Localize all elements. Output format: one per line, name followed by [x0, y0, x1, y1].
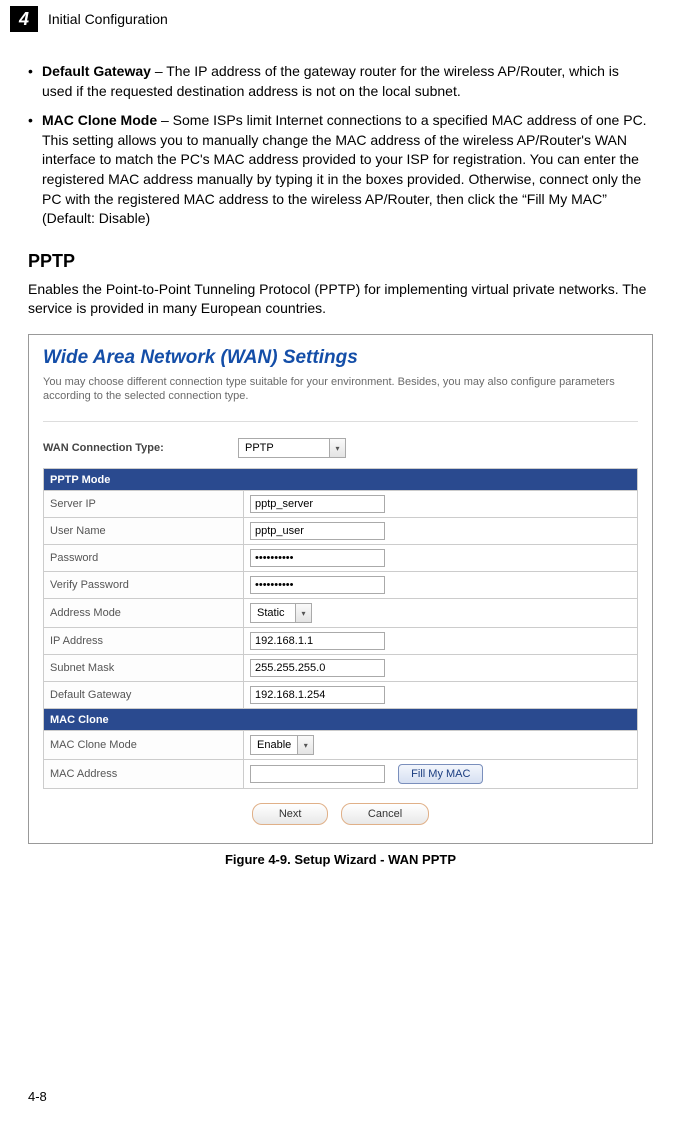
cell-password: [244, 545, 638, 572]
row-mac-address: MAC Address Fill My MAC: [44, 760, 638, 789]
row-verify-password: Verify Password: [44, 572, 638, 599]
mac-address-input[interactable]: [250, 765, 385, 783]
label-verify-password: Verify Password: [44, 572, 244, 599]
bullet-term: Default Gateway: [42, 63, 151, 79]
address-mode-value: Static: [251, 607, 295, 619]
cell-subnet-mask: [244, 655, 638, 682]
mac-clone-mode-value: Enable: [251, 739, 297, 751]
label-address-mode: Address Mode: [44, 599, 244, 628]
row-address-mode: Address Mode Static ▾: [44, 599, 638, 628]
server-ip-input[interactable]: [250, 495, 385, 513]
row-ip-address: IP Address: [44, 628, 638, 655]
bullet-marker: •: [28, 111, 42, 229]
wan-connection-type-select[interactable]: PPTP ▾: [238, 438, 346, 458]
chapter-title: Initial Configuration: [48, 11, 168, 27]
label-mac-address: MAC Address: [44, 760, 244, 789]
chevron-down-icon[interactable]: ▾: [297, 736, 313, 754]
user-name-input[interactable]: [250, 522, 385, 540]
row-subnet-mask: Subnet Mask: [44, 655, 638, 682]
settings-table: PPTP Mode Server IP User Name Password: [43, 468, 638, 789]
bullet-default-gateway: • Default Gateway – The IP address of th…: [28, 62, 653, 101]
cell-mac-address: Fill My MAC: [244, 760, 638, 789]
label-ip-address: IP Address: [44, 628, 244, 655]
cell-server-ip: [244, 491, 638, 518]
cancel-button[interactable]: Cancel: [341, 803, 429, 825]
wan-connection-type-value: PPTP: [239, 442, 329, 454]
wan-settings-title: Wide Area Network (WAN) Settings: [43, 347, 638, 369]
section-paragraph: Enables the Point-to-Point Tunneling Pro…: [28, 280, 653, 318]
section-heading-pptp: PPTP: [28, 251, 653, 272]
ip-address-input[interactable]: [250, 632, 385, 650]
mac-clone-mode-select[interactable]: Enable ▾: [250, 735, 314, 755]
label-default-gateway: Default Gateway: [44, 682, 244, 709]
cell-ip-address: [244, 628, 638, 655]
label-server-ip: Server IP: [44, 491, 244, 518]
chevron-down-icon[interactable]: ▾: [329, 439, 345, 457]
cell-address-mode: Static ▾: [244, 599, 638, 628]
cell-default-gateway: [244, 682, 638, 709]
chapter-badge: 4: [10, 6, 38, 32]
cell-user-name: [244, 518, 638, 545]
page-content: • Default Gateway – The IP address of th…: [0, 32, 681, 867]
row-server-ip: Server IP: [44, 491, 638, 518]
bullet-term: MAC Clone Mode: [42, 112, 157, 128]
next-button[interactable]: Next: [252, 803, 329, 825]
divider: [43, 421, 638, 422]
wan-connection-type-row: WAN Connection Type: PPTP ▾: [43, 438, 638, 458]
bullet-desc: – Some ISPs limit Internet connections t…: [42, 112, 647, 226]
default-gateway-input[interactable]: [250, 686, 385, 704]
verify-password-input[interactable]: [250, 576, 385, 594]
address-mode-select[interactable]: Static ▾: [250, 603, 312, 623]
bullet-marker: •: [28, 62, 42, 101]
subnet-mask-input[interactable]: [250, 659, 385, 677]
label-subnet-mask: Subnet Mask: [44, 655, 244, 682]
row-user-name: User Name: [44, 518, 638, 545]
cell-verify-password: [244, 572, 638, 599]
label-user-name: User Name: [44, 518, 244, 545]
figure-caption: Figure 4-9. Setup Wizard - WAN PPTP: [28, 852, 653, 867]
section-row-mac-clone: MAC Clone: [44, 709, 638, 731]
bullet-text: MAC Clone Mode – Some ISPs limit Interne…: [42, 111, 653, 229]
row-mac-clone-mode: MAC Clone Mode Enable ▾: [44, 731, 638, 760]
page-number: 4-8: [28, 1089, 47, 1104]
wan-settings-desc: You may choose different connection type…: [43, 375, 638, 404]
fill-my-mac-button[interactable]: Fill My MAC: [398, 764, 483, 784]
row-default-gateway: Default Gateway: [44, 682, 638, 709]
row-password: Password: [44, 545, 638, 572]
wizard-button-row: Next Cancel: [43, 803, 638, 825]
page-header: 4 Initial Configuration: [0, 0, 681, 32]
section-header-mac-clone: MAC Clone: [44, 709, 638, 731]
label-password: Password: [44, 545, 244, 572]
section-row-pptp: PPTP Mode: [44, 469, 638, 491]
bullet-mac-clone-mode: • MAC Clone Mode – Some ISPs limit Inter…: [28, 111, 653, 229]
password-input[interactable]: [250, 549, 385, 567]
bullet-text: Default Gateway – The IP address of the …: [42, 62, 653, 101]
figure-screenshot: Wide Area Network (WAN) Settings You may…: [28, 334, 653, 845]
chevron-down-icon[interactable]: ▾: [295, 604, 311, 622]
cell-mac-clone-mode: Enable ▾: [244, 731, 638, 760]
label-mac-clone-mode: MAC Clone Mode: [44, 731, 244, 760]
section-header-pptp: PPTP Mode: [44, 469, 638, 491]
wan-connection-type-label: WAN Connection Type:: [43, 442, 238, 454]
